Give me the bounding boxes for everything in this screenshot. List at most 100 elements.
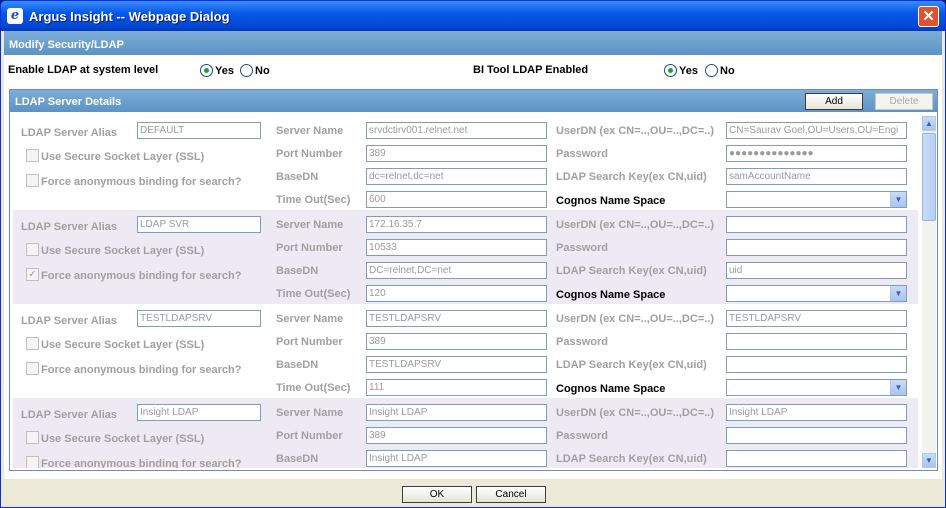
timeout-label: Time Out(Sec) — [276, 194, 351, 206]
server-list: LDAP Server Alias DEFAULT Use Secure Soc… — [13, 116, 918, 468]
userdn-field[interactable]: TESTLDAPSRV — [726, 310, 907, 327]
port-field[interactable]: 10533 — [366, 239, 547, 256]
anon-label: Force anonymous binding for search? — [41, 458, 242, 468]
password-label: Password — [556, 336, 608, 348]
server-name-field[interactable]: srvdctirv001.relnet.net — [366, 122, 547, 139]
password-field[interactable] — [726, 239, 907, 256]
basedn-field[interactable]: dc=relnet,dc=net — [366, 168, 547, 185]
ssl-label: Use Secure Socket Layer (SSL) — [41, 339, 205, 351]
ok-button[interactable]: OK — [402, 486, 472, 503]
search-key-field[interactable] — [726, 450, 907, 467]
bi-tool-no-label: No — [720, 65, 735, 77]
basedn-field[interactable]: TESTLDAPSRV — [366, 356, 547, 373]
anon-checkbox[interactable] — [26, 456, 39, 468]
alias-label: LDAP Server Alias — [21, 221, 117, 233]
alias-label: LDAP Server Alias — [21, 409, 117, 421]
port-field[interactable]: 389 — [366, 427, 547, 444]
port-label: Port Number — [276, 148, 343, 160]
alias-field[interactable]: DEFAULT — [137, 122, 261, 139]
basedn-field[interactable]: DC=relnet,DC=net — [366, 262, 547, 279]
search-key-field[interactable]: uid — [726, 262, 907, 279]
search-key-label: LDAP Search Key(ex CN,uid) — [556, 453, 707, 465]
alias-field[interactable]: LDAP SVR — [137, 216, 261, 233]
port-label: Port Number — [276, 430, 343, 442]
cognos-label: Cognos Name Space — [556, 195, 666, 207]
scroll-down-icon[interactable]: ▼ — [922, 453, 936, 468]
alias-field[interactable]: TESTLDAPSRV — [137, 310, 261, 327]
anon-checkbox[interactable]: ✓ — [26, 268, 39, 281]
bi-tool-yes-label: Yes — [679, 65, 698, 77]
delete-button[interactable]: Delete — [875, 93, 933, 110]
timeout-field[interactable]: 600 — [366, 191, 547, 208]
timeout-field[interactable]: 111 — [366, 379, 547, 396]
port-field[interactable]: 389 — [366, 145, 547, 162]
server-name-field[interactable]: 172.16.35.7 — [366, 216, 547, 233]
ssl-checkbox[interactable] — [26, 337, 39, 350]
timeout-field[interactable]: 120 — [366, 285, 547, 302]
title-bar: e Argus Insight -- Webpage Dialog ✕ — [1, 1, 945, 31]
password-field[interactable] — [726, 333, 907, 350]
enable-ldap-yes-radio[interactable] — [200, 64, 213, 77]
dialog-window: e Argus Insight -- Webpage Dialog ✕ Modi… — [0, 0, 946, 508]
close-icon: ✕ — [922, 8, 935, 25]
anon-checkbox[interactable] — [26, 362, 39, 375]
scrollbar-thumb[interactable] — [922, 133, 936, 221]
alias-label: LDAP Server Alias — [21, 315, 117, 327]
userdn-label: UserDN (ex CN=..,OU=..,DC=..) — [556, 219, 715, 231]
server-entry: LDAP Server Alias TESTLDAPSRV Use Secure… — [13, 304, 918, 398]
ie-icon: e — [7, 8, 23, 24]
cognos-label: Cognos Name Space — [556, 383, 666, 395]
userdn-field[interactable] — [726, 216, 907, 233]
bi-tool-yes-radio[interactable] — [664, 64, 677, 77]
bi-tool-label: BI Tool LDAP Enabled — [473, 64, 589, 76]
server-name-field[interactable]: TESTLDAPSRV — [366, 310, 547, 327]
ldap-server-details: LDAP Server Details Add Delete LDAP Serv… — [9, 89, 938, 471]
basedn-field[interactable]: Insight LDAP — [366, 450, 547, 467]
cancel-button[interactable]: Cancel — [476, 486, 546, 503]
search-key-label: LDAP Search Key(ex CN,uid) — [556, 265, 707, 277]
port-label: Port Number — [276, 336, 343, 348]
ssl-checkbox[interactable] — [26, 431, 39, 444]
server-entry: LDAP Server Alias LDAP SVR Use Secure So… — [13, 210, 918, 304]
enable-ldap-label: Enable LDAP at system level — [8, 64, 159, 76]
timeout-label: Time Out(Sec) — [276, 382, 351, 394]
enable-ldap-no-radio[interactable] — [240, 64, 253, 77]
cognos-select[interactable]: ▼ — [726, 285, 907, 302]
ssl-checkbox[interactable] — [26, 243, 39, 256]
password-label: Password — [556, 148, 608, 160]
add-button[interactable]: Add — [805, 93, 863, 110]
port-label: Port Number — [276, 242, 343, 254]
cognos-select[interactable]: ▼ — [726, 191, 907, 208]
port-field[interactable]: 389 — [366, 333, 547, 350]
dialog-footer: OK Cancel — [4, 479, 942, 507]
userdn-label: UserDN (ex CN=..,OU=..,DC=..) — [556, 313, 715, 325]
anon-label: Force anonymous binding for search? — [41, 176, 242, 188]
bi-tool-no-radio[interactable] — [705, 64, 718, 77]
password-field[interactable]: ●●●●●●●●●●●●●● — [726, 145, 907, 162]
cognos-select[interactable]: ▼ — [726, 379, 907, 396]
basedn-label: BaseDN — [276, 171, 319, 183]
userdn-field[interactable]: Insight LDAP — [726, 404, 907, 421]
timeout-label: Time Out(Sec) — [276, 288, 351, 300]
ssl-label: Use Secure Socket Layer (SSL) — [41, 433, 205, 445]
ssl-checkbox[interactable] — [26, 149, 39, 162]
check-icon: ✓ — [28, 269, 37, 280]
window-title: Argus Insight -- Webpage Dialog — [29, 9, 230, 24]
server-name-label: Server Name — [276, 125, 344, 137]
anon-checkbox[interactable] — [26, 174, 39, 187]
scroll-up-icon[interactable]: ▲ — [922, 116, 936, 131]
userdn-label: UserDN (ex CN=..,OU=..,DC=..) — [556, 407, 715, 419]
server-name-label: Server Name — [276, 219, 344, 231]
userdn-field[interactable]: CN=Saurav Goel,OU=Users,OU=Engi — [726, 122, 907, 139]
vertical-scrollbar[interactable]: ▲ ▼ — [922, 116, 936, 468]
search-key-field[interactable] — [726, 356, 907, 373]
close-button[interactable]: ✕ — [918, 6, 939, 27]
search-key-field[interactable]: samAccountName — [726, 168, 907, 185]
password-field[interactable] — [726, 427, 907, 444]
userdn-label: UserDN (ex CN=..,OU=..,DC=..) — [556, 125, 715, 137]
server-name-label: Server Name — [276, 313, 344, 325]
main-panel: Modify Security/LDAP Enable LDAP at syst… — [4, 31, 942, 479]
alias-field[interactable]: Insight LDAP — [137, 404, 261, 421]
cognos-label: Cognos Name Space — [556, 289, 666, 301]
server-name-field[interactable]: Insight LDAP — [366, 404, 547, 421]
